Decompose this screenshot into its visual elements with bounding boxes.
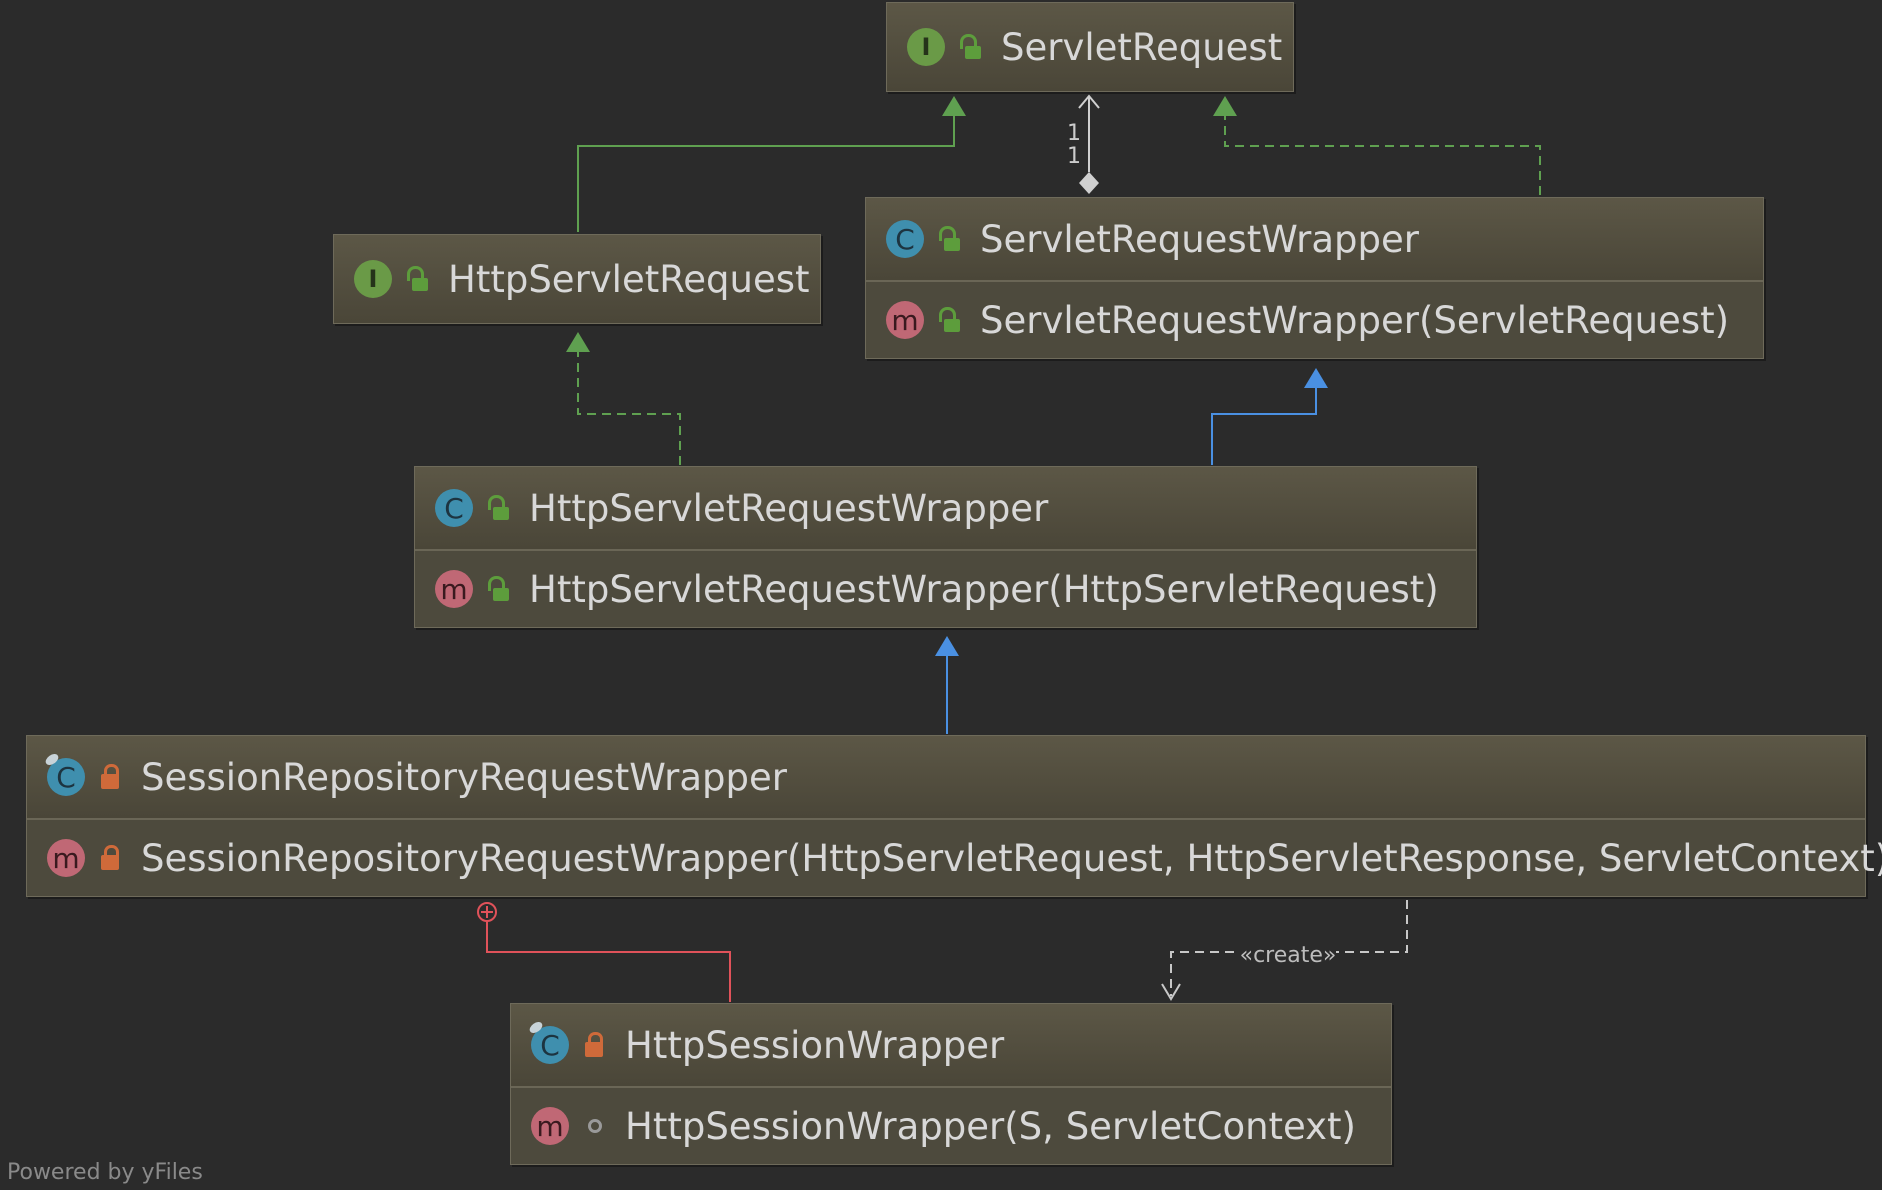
multiplicity-bottom: 1 <box>1067 144 1081 169</box>
create-label: «create» <box>1240 943 1337 968</box>
arrowhead-green <box>566 332 590 352</box>
package-private-dot-icon <box>581 1111 607 1141</box>
class-name: HttpServletRequest <box>448 257 810 301</box>
method-icon: m <box>47 839 85 877</box>
arrowhead-blue <box>935 636 959 656</box>
edge-httpservletrequestwrapper-servletrequestwrapper <box>1211 368 1328 465</box>
member-signature: HttpServletRequestWrapper(HttpServletReq… <box>529 567 1439 611</box>
node-servletrequest[interactable]: I ServletRequest <box>886 2 1294 92</box>
member-row[interactable]: m HttpSessionWrapper(S, ServletContext) <box>511 1086 1391 1164</box>
node-servletrequestwrapper[interactable]: C ServletRequestWrapper m ServletRequest… <box>865 197 1764 359</box>
edge-aggregation-servletrequest: 1 1 <box>1067 94 1100 194</box>
node-header[interactable]: C HttpServletRequestWrapper <box>415 467 1476 549</box>
member-row[interactable]: m ServletRequestWrapper(ServletRequest) <box>866 280 1763 358</box>
public-visibility-icon <box>936 305 962 335</box>
arrowhead-blue <box>1304 368 1328 388</box>
edge-httpservletrequestwrapper-httpservletrequest <box>566 332 681 465</box>
interface-icon: I <box>354 260 392 298</box>
public-visibility-icon <box>485 493 511 523</box>
public-visibility-icon <box>957 32 983 62</box>
node-header[interactable]: I ServletRequest <box>887 3 1293 91</box>
member-row[interactable]: m HttpServletRequestWrapper(HttpServletR… <box>415 549 1476 627</box>
class-name: SessionRepositoryRequestWrapper <box>141 755 787 799</box>
multiplicity-top: 1 <box>1067 121 1081 146</box>
powered-by-footer: Powered by yFiles <box>7 1160 203 1185</box>
class-icon: C <box>435 489 473 527</box>
aggregation-diamond <box>1079 172 1099 194</box>
member-signature: SessionRepositoryRequestWrapper(HttpServ… <box>141 836 1882 880</box>
node-sessionrepositoryrequestwrapper[interactable]: C SessionRepositoryRequestWrapper m Sess… <box>26 735 1882 897</box>
node-header[interactable]: C ServletRequestWrapper <box>866 198 1763 280</box>
node-httpsessionwrapper[interactable]: C HttpSessionWrapper m HttpSessionWrappe… <box>510 1003 1392 1165</box>
class-name: HttpServletRequestWrapper <box>529 486 1049 530</box>
class-name: HttpSessionWrapper <box>625 1023 1005 1067</box>
member-row[interactable]: m SessionRepositoryRequestWrapper(HttpSe… <box>27 818 1882 896</box>
class-icon: C <box>886 220 924 258</box>
private-lock-icon <box>581 1030 607 1060</box>
node-httpservletrequestwrapper[interactable]: C HttpServletRequestWrapper m HttpServle… <box>414 466 1477 628</box>
private-lock-icon <box>97 762 123 792</box>
node-header[interactable]: C HttpSessionWrapper <box>511 1004 1391 1086</box>
interface-icon: I <box>907 28 945 66</box>
public-visibility-icon <box>485 574 511 604</box>
static-class-icon: C <box>47 758 85 796</box>
node-header[interactable]: C SessionRepositoryRequestWrapper <box>27 736 1865 818</box>
node-httpservletrequest[interactable]: I HttpServletRequest <box>333 234 821 324</box>
member-signature: ServletRequestWrapper(ServletRequest) <box>980 298 1730 342</box>
arrowhead-green <box>942 96 966 116</box>
public-visibility-icon <box>404 264 430 294</box>
class-name: ServletRequestWrapper <box>980 217 1419 261</box>
node-header[interactable]: I HttpServletRequest <box>334 235 820 323</box>
edge-inner-class <box>477 902 731 1002</box>
method-icon: m <box>435 570 473 608</box>
edge-servletrequestwrapper-servletrequest <box>1213 96 1541 195</box>
edge-create-dependency: «create» <box>1161 900 1408 1001</box>
static-class-icon: C <box>531 1026 569 1064</box>
public-visibility-icon <box>936 224 962 254</box>
edge-sessionrepositoryrequestwrapper-httpservletrequestwrapper <box>935 636 959 734</box>
class-name: ServletRequest <box>1001 25 1283 69</box>
arrowhead-green <box>1213 96 1237 116</box>
method-icon: m <box>531 1107 569 1145</box>
method-icon: m <box>886 301 924 339</box>
private-lock-icon <box>97 843 123 873</box>
member-signature: HttpSessionWrapper(S, ServletContext) <box>625 1104 1356 1148</box>
